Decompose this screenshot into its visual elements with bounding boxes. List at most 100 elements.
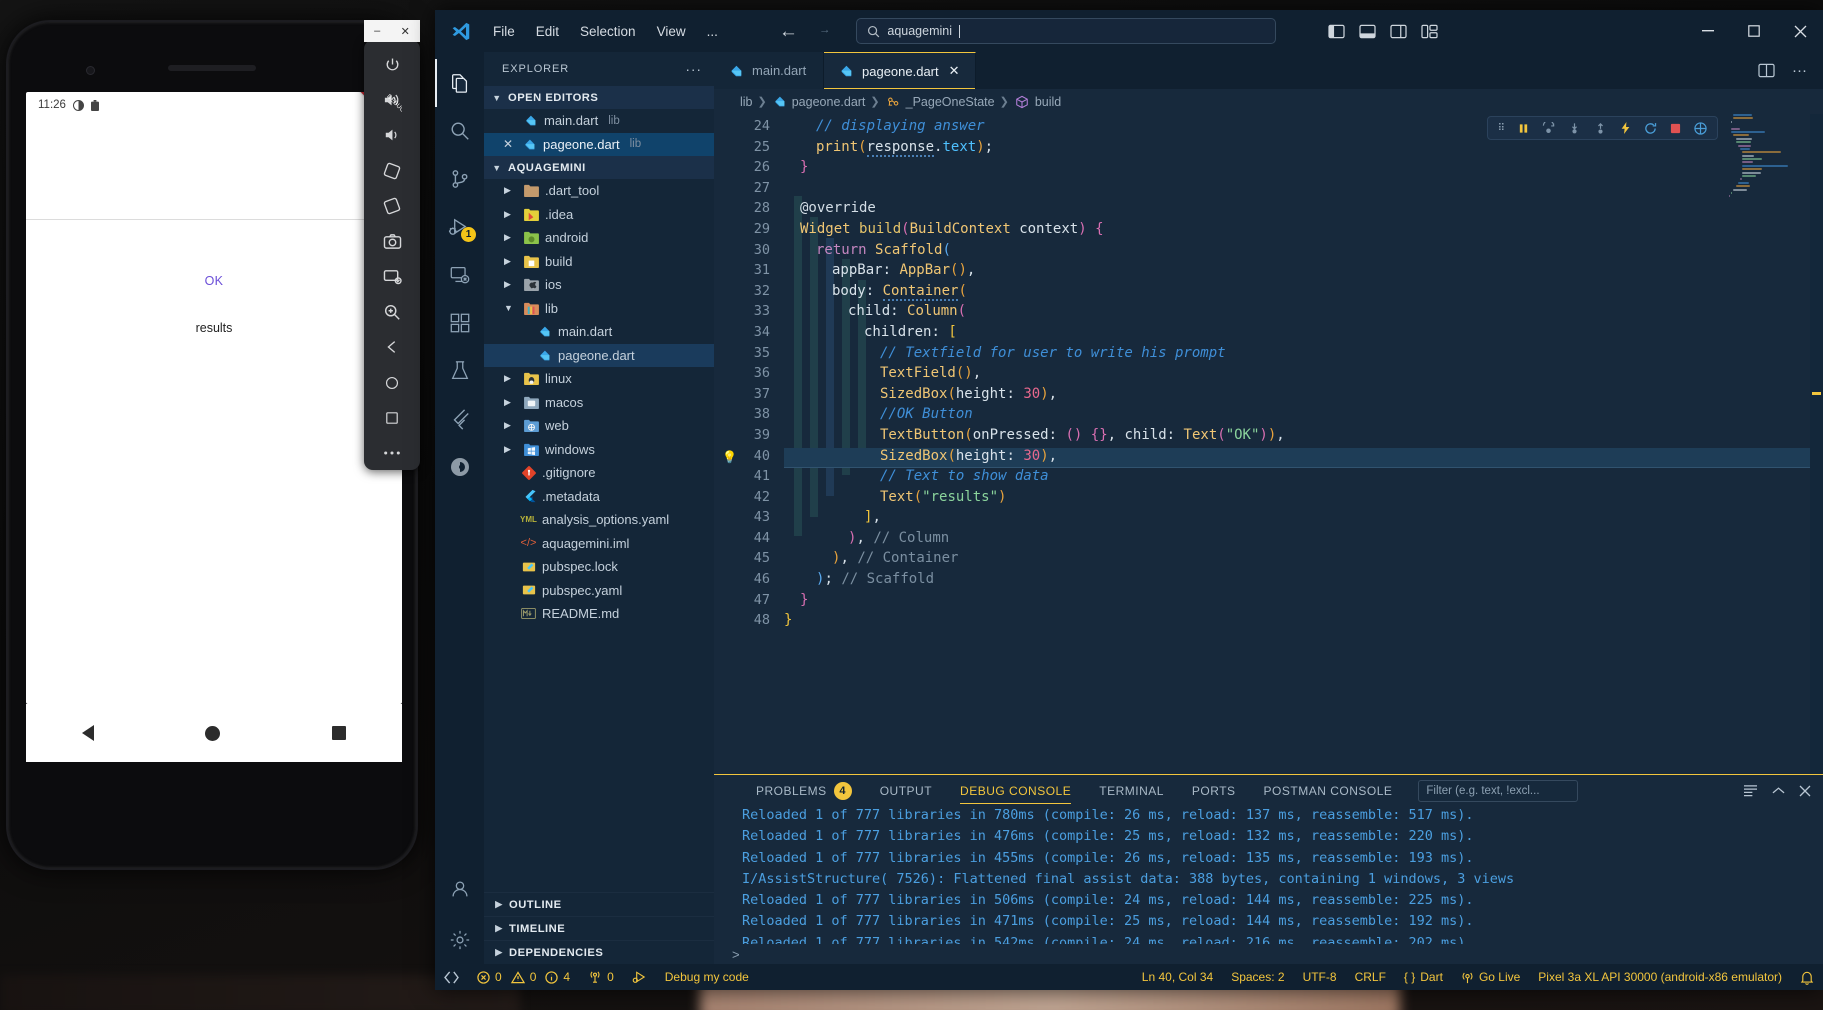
tree-item-ios[interactable]: ▶ ios — [484, 273, 714, 297]
stop-icon[interactable] — [1670, 123, 1681, 134]
android-recents-icon[interactable] — [332, 726, 347, 740]
indentation-setting[interactable]: Spaces: 2 — [1222, 964, 1293, 990]
menu-selection[interactable]: Selection — [571, 20, 645, 43]
tree-item-windows[interactable]: ▶ windows — [484, 438, 714, 462]
panel-tab-output[interactable]: OUTPUT — [866, 775, 946, 806]
language-mode[interactable]: { } Dart — [1395, 964, 1452, 990]
code-line[interactable]: child: Column( — [784, 303, 1823, 324]
overview-icon[interactable] — [370, 401, 414, 434]
code-line[interactable]: TextButton(onPressed: () {}, child: Text… — [784, 427, 1823, 448]
layout-controls[interactable] — [1328, 24, 1438, 39]
activity-explorer[interactable] — [435, 59, 484, 107]
activity-flutter[interactable] — [435, 395, 484, 443]
close-icon[interactable]: ✕ — [500, 137, 516, 151]
code-line[interactable]: //OK Button — [784, 406, 1823, 427]
tree-item-dart-tool[interactable]: ▶ .dart_tool — [484, 179, 714, 203]
activity-manage-settings[interactable] — [435, 916, 484, 964]
breadcrumb-class[interactable]: _PageOneState — [906, 95, 995, 109]
chevron-right-icon[interactable]: ▶ — [504, 279, 518, 290]
flutter-ok-button[interactable]: OK — [26, 274, 402, 288]
restart-icon[interactable] — [1644, 122, 1657, 135]
volume-down-icon[interactable] — [370, 119, 414, 152]
code-line[interactable]: TextField(), — [784, 365, 1823, 386]
emulator-minimize-icon[interactable]: – — [374, 25, 380, 37]
section-timeline[interactable]: ▶ TIMELINE — [484, 916, 714, 940]
code-line[interactable]: // Textfield for user to write his promp… — [784, 345, 1823, 366]
activity-source-control[interactable] — [435, 155, 484, 203]
pause-icon[interactable] — [1518, 123, 1529, 134]
activity-postman[interactable] — [435, 443, 484, 491]
go-live-button[interactable]: Go Live — [1452, 964, 1529, 990]
chevron-right-icon[interactable]: ▶ — [504, 373, 518, 384]
navigation-buttons[interactable]: ← → — [779, 22, 831, 41]
code-line[interactable]: children: [ — [784, 324, 1823, 345]
chevron-up-icon[interactable] — [1772, 786, 1785, 795]
chevron-down-icon[interactable]: ▼ — [504, 303, 518, 313]
activity-accounts[interactable] — [435, 868, 484, 916]
eol-setting[interactable]: CRLF — [1346, 964, 1395, 990]
code-line[interactable]: } — [784, 592, 1823, 613]
power-icon[interactable] — [370, 48, 414, 81]
code-line[interactable]: appBar: AppBar(), — [784, 262, 1823, 283]
activity-bar[interactable]: 1 — [435, 52, 484, 964]
tab-pageone-dart[interactable]: pageone.dart ✕ — [824, 52, 976, 89]
console-filter-input[interactable]: Filter (e.g. text, !excl... — [1418, 779, 1579, 802]
problems-status[interactable]: 0 0 4 — [468, 964, 579, 990]
section-project-aquagemini[interactable]: ▼ AQUAGEMINI — [484, 156, 714, 179]
activity-remote-explorer[interactable] — [435, 251, 484, 299]
section-open-editors[interactable]: ▼ OPEN EDITORS — [484, 86, 714, 109]
editor-tab-actions[interactable]: ··· — [1742, 52, 1823, 89]
chevron-right-icon[interactable]: ▶ — [504, 397, 518, 408]
rotate-right-icon[interactable] — [370, 189, 414, 222]
close-button[interactable] — [1777, 10, 1823, 52]
tree-item-analysis-options[interactable]: YML analysis_options.yaml — [484, 508, 714, 532]
debug-toolbar[interactable]: ⠿ — [1486, 116, 1718, 140]
toggle-primary-sidebar-icon[interactable] — [1328, 24, 1345, 39]
debug-launch-button[interactable] — [623, 964, 656, 990]
explorer-more-actions-icon[interactable]: ··· — [685, 61, 702, 77]
panel-tabs[interactable]: PROBLEMS 4 OUTPUT DEBUG CONSOLE TERMINAL — [714, 775, 1823, 806]
open-editor-main-dart[interactable]: main.dart lib — [484, 109, 714, 133]
emulator-screen[interactable]: 11:26 OK results DEBUG — [26, 92, 402, 704]
back-icon[interactable] — [370, 331, 414, 364]
editor-scrollbar[interactable] — [1810, 114, 1823, 774]
chevron-right-icon[interactable]: ▶ — [504, 232, 518, 243]
screenshot-icon[interactable] — [370, 260, 414, 293]
tree-item-pubspec-yaml[interactable]: pubspec.yaml — [484, 579, 714, 603]
toggle-secondary-sidebar-icon[interactable] — [1390, 24, 1407, 39]
code-line[interactable]: SizedBox(height: 30), — [784, 447, 1823, 469]
code-line[interactable]: ); // Scaffold — [784, 571, 1823, 592]
code-line[interactable]: Widget build(BuildContext context) { — [784, 221, 1823, 242]
window-controls[interactable] — [1685, 10, 1823, 52]
code-line[interactable]: body: Container( — [784, 282, 1823, 304]
panel-tab-ports[interactable]: PORTS — [1178, 775, 1250, 806]
home-icon[interactable] — [370, 366, 414, 399]
go-forward-icon[interactable]: → — [819, 25, 831, 37]
code-line[interactable]: Text("results") — [784, 489, 1823, 510]
debug-console-output[interactable]: Reloaded 1 of 777 libraries in 780ms (co… — [714, 806, 1823, 944]
debug-console-input-row[interactable]: > — [714, 944, 1823, 964]
code-content[interactable]: // displaying answer print(response.text)… — [784, 114, 1823, 774]
code-line[interactable]: return Scaffold( — [784, 242, 1823, 263]
activity-run-and-debug[interactable]: 1 — [435, 203, 484, 251]
notifications-button[interactable] — [1791, 964, 1823, 990]
minimap[interactable] — [1729, 114, 1809, 774]
more-icon[interactable] — [370, 437, 414, 470]
code-line[interactable]: // Text to show data — [784, 468, 1823, 489]
activity-testing[interactable] — [435, 347, 484, 395]
chevron-right-icon[interactable]: ▶ — [504, 420, 518, 431]
more-actions-icon[interactable]: ··· — [1792, 62, 1807, 79]
search-input[interactable]: aquagemini — [887, 24, 952, 38]
drag-handle-icon[interactable]: ⠿ — [1498, 123, 1505, 134]
breadcrumb-method[interactable]: build — [1035, 95, 1061, 109]
tree-item-gitignore[interactable]: .gitignore — [484, 461, 714, 485]
emulator-window-controls[interactable]: – ✕ — [364, 20, 420, 42]
tree-item-lib[interactable]: ▼ lib — [484, 297, 714, 321]
menu-bar[interactable]: File Edit Selection View ... — [484, 20, 727, 43]
tab-main-dart[interactable]: main.dart — [714, 52, 824, 89]
code-line[interactable]: ), // Container — [784, 550, 1823, 571]
quick-fix-lightbulb-icon[interactable]: 💡 — [722, 450, 737, 464]
section-outline[interactable]: ▶ OUTLINE — [484, 892, 714, 916]
code-line[interactable]: ), // Column — [784, 530, 1823, 551]
code-line[interactable]: SizedBox(height: 30), — [784, 386, 1823, 407]
